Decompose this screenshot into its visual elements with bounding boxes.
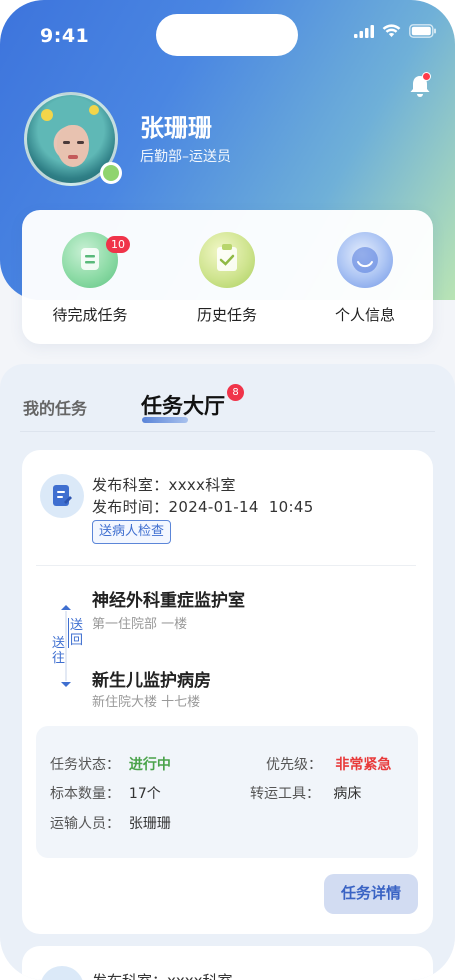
quick-action-label: 个人信息 <box>334 306 395 324</box>
quick-action-pending-tasks[interactable]: 10 待完成任务 <box>30 232 150 325</box>
quick-action-label: 历史任务 <box>196 306 257 324</box>
task-card[interactable]: 发布科室：xxxx科室 发布时间：2024-01-14 10:45 送病人检查 … <box>22 450 433 934</box>
task-priority: 优先级： 非常紧急 <box>266 757 392 773</box>
route-label-return: 送回 <box>68 618 84 648</box>
task-detail-button[interactable]: 任务详情 <box>324 874 418 914</box>
user-department: 后勤部–运送员 <box>140 149 231 165</box>
sample-count: 标本数量： 17个 <box>50 786 161 802</box>
transport-staff: 运输人员： 张珊珊 <box>50 816 171 832</box>
quick-action-history[interactable]: 历史任务 <box>167 232 287 325</box>
route-to-title: 新生儿监护病房 <box>92 671 211 691</box>
quick-action-label: 待完成任务 <box>52 306 128 324</box>
pending-badge: 10 <box>106 236 130 253</box>
task-type-tag: 送病人检查 <box>92 520 172 544</box>
signal-icon <box>354 24 374 38</box>
route-label-to: 送往 <box>52 636 66 666</box>
task-panel: 我的任务 任务大厅 8 发布科室：xxxx科室 发布时间：2024-01-14 … <box>0 364 455 980</box>
task-card[interactable]: 发布科室：xxxx科室 <box>22 946 433 980</box>
phone-screen: 9:41 张珊珊 后勤部–运送员 10 待完成任务 历史任务 个人信息 我的任务… <box>0 0 455 980</box>
route-to-location: 新住院大楼 十七楼 <box>92 695 201 710</box>
card-divider <box>36 565 416 566</box>
task-hall-badge: 8 <box>227 384 244 401</box>
tab-divider <box>20 431 435 432</box>
quick-action-profile[interactable]: 个人信息 <box>305 232 425 325</box>
route-from-title: 神经外科重症监护室 <box>92 591 245 611</box>
user-name: 张珊珊 <box>140 114 212 142</box>
tab-my-tasks[interactable]: 我的任务 <box>23 395 87 419</box>
transport-tool: 转运工具： 病床 <box>250 786 362 802</box>
dynamic-island <box>156 14 298 56</box>
task-info-box: 任务状态： 进行中 优先级： 非常紧急 标本数量： 17个 转运工具： 病床 运… <box>36 726 418 858</box>
publish-time: 发布时间：2024-01-14 10:45 <box>92 498 314 516</box>
task-list-icon: 10 <box>62 232 130 288</box>
wifi-icon <box>382 24 401 37</box>
profile-icon <box>337 232 393 288</box>
document-icon <box>40 474 84 518</box>
document-icon <box>40 966 84 980</box>
route-from-location: 第一住院部 一楼 <box>92 617 188 632</box>
publish-dept: 发布科室：xxxx科室 <box>92 970 233 980</box>
tab-task-hall[interactable]: 任务大厅 <box>141 390 225 420</box>
status-bar: 9:41 <box>0 0 455 70</box>
status-icons <box>354 24 437 38</box>
publish-dept: 发布科室：xxxx科室 <box>92 476 236 494</box>
clipboard-check-icon <box>199 232 255 288</box>
status-time: 9:41 <box>40 25 90 47</box>
notification-dot <box>422 72 431 81</box>
battery-icon <box>409 24 436 38</box>
online-status-dot <box>100 162 122 184</box>
quick-actions-card: 10 待完成任务 历史任务 个人信息 <box>22 210 433 344</box>
task-status: 任务状态： 进行中 <box>50 757 171 773</box>
task-tabs: 我的任务 任务大厅 8 <box>0 364 455 432</box>
